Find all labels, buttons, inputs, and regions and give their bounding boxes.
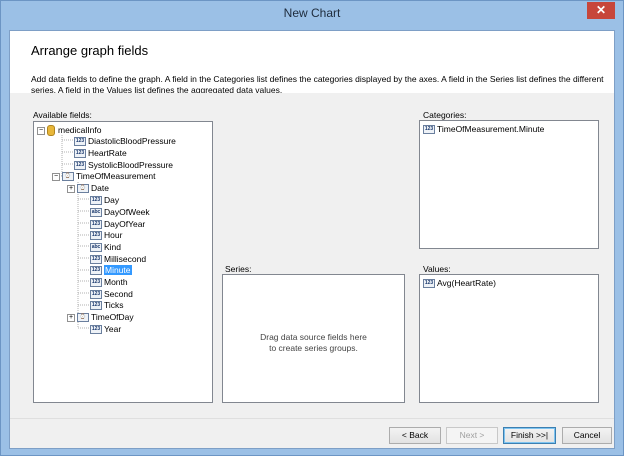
tree-item-label: HeartRate	[88, 148, 127, 158]
tree-node-label: Date	[91, 183, 109, 193]
numeric-field-icon: 123	[74, 149, 86, 159]
wizard-body: Available fields: − medicalInfo 123 Dias…	[10, 93, 614, 418]
numeric-field-icon: 123	[74, 137, 86, 147]
categories-item-label: TimeOfMeasurement.Minute	[437, 124, 545, 134]
wizard-footer: < Back Next > Finish >>| Cancel	[10, 418, 614, 448]
numeric-field-icon: 123	[423, 279, 435, 289]
finish-button[interactable]: Finish >>|	[503, 427, 556, 444]
back-button[interactable]: < Back	[389, 427, 441, 444]
series-list[interactable]: Drag data source fields here to create s…	[222, 274, 405, 403]
tree-node-timeofday[interactable]: + ⌚ TimeOfDay	[67, 311, 134, 323]
values-label: Values:	[423, 264, 451, 274]
datetime-field-icon: ⌚	[62, 172, 74, 182]
categories-item[interactable]: 123 TimeOfMeasurement.Minute	[423, 123, 544, 135]
collapse-icon[interactable]: −	[37, 126, 45, 135]
categories-label: Categories:	[423, 110, 467, 120]
close-button[interactable]: ✕	[587, 2, 615, 19]
text-field-icon: abc	[90, 243, 102, 253]
datetime-field-icon: ⌚	[77, 184, 89, 194]
tree-item-label: SystolicBloodPressure	[88, 160, 174, 170]
tree-node-label: TimeOfDay	[91, 312, 134, 322]
tree-item-dayofweek[interactable]: abc DayOfWeek	[90, 206, 150, 218]
series-placeholder: Drag data source fields here to create s…	[223, 332, 404, 354]
title-bar[interactable]: New Chart ✕	[1, 1, 623, 29]
numeric-field-icon: 123	[90, 290, 102, 300]
tree-item-label: Millisecond	[104, 254, 147, 264]
tree-item-label: Year	[104, 324, 122, 334]
tree-item-label-selected: Minute	[104, 265, 132, 275]
tree-node-date[interactable]: + ⌚ Date	[67, 182, 109, 194]
tree-item-label: DiastolicBloodPressure	[88, 136, 176, 146]
tree-item-label: Month	[104, 277, 128, 287]
expand-icon[interactable]: +	[67, 313, 75, 322]
tree-item-label: Kind	[104, 242, 122, 252]
available-fields-tree[interactable]: − medicalInfo 123 DiastolicBloodPressure 1…	[33, 121, 213, 403]
cancel-button[interactable]: Cancel	[562, 427, 612, 444]
dialog-client: Arrange graph fields Add data fields to …	[9, 30, 615, 449]
database-icon	[47, 125, 55, 137]
numeric-field-icon: 123	[90, 301, 102, 311]
series-placeholder-line2: to create series groups.	[269, 343, 358, 353]
text-field-icon: abc	[90, 208, 102, 218]
close-icon: ✕	[595, 3, 607, 17]
numeric-field-icon: 123	[423, 125, 435, 135]
numeric-field-icon: 123	[90, 266, 102, 276]
expand-icon[interactable]: +	[67, 184, 75, 193]
next-button[interactable]: Next >	[446, 427, 498, 444]
wizard-header: Arrange graph fields Add data fields to …	[10, 31, 614, 95]
tree-node-label: medicalInfo	[58, 125, 102, 135]
tree-item-label: Hour	[104, 230, 123, 240]
tree-item-month[interactable]: 123 Month	[90, 276, 128, 288]
values-item[interactable]: 123 Avg(HeartRate)	[423, 277, 496, 289]
numeric-field-icon: 123	[90, 231, 102, 241]
page-title: Arrange graph fields	[31, 43, 149, 58]
tree-item-year[interactable]: 123 Year	[90, 323, 121, 335]
tree-item-diastolicbloodpressure[interactable]: 123 DiastolicBloodPressure	[74, 135, 176, 147]
tree-item-kind[interactable]: abc Kind	[90, 241, 121, 253]
tree-item-label: Second	[104, 289, 133, 299]
numeric-field-icon: 123	[90, 220, 102, 230]
categories-list[interactable]: 123 TimeOfMeasurement.Minute	[419, 120, 599, 249]
series-label: Series:	[225, 264, 252, 274]
tree-node-label: TimeOfMeasurement	[76, 171, 156, 181]
new-chart-dialog: New Chart ✕ Arrange graph fields Add dat…	[0, 0, 624, 456]
datetime-field-icon: ⌚	[77, 313, 89, 323]
values-item-label: Avg(HeartRate)	[437, 278, 496, 288]
tree-item-heartrate[interactable]: 123 HeartRate	[74, 147, 127, 159]
tree-item-day[interactable]: 123 Day	[90, 194, 119, 206]
tree-item-label: Day	[104, 195, 120, 205]
numeric-field-icon: 123	[90, 325, 102, 335]
tree-item-minute[interactable]: 123 Minute	[90, 264, 132, 276]
tree-item-ticks[interactable]: 123 Ticks	[90, 299, 124, 311]
available-fields-label: Available fields:	[33, 110, 92, 120]
values-list[interactable]: 123 Avg(HeartRate)	[419, 274, 599, 403]
numeric-field-icon: 123	[90, 278, 102, 288]
window-title: New Chart	[283, 6, 341, 20]
tree-item-label: Ticks	[104, 300, 124, 310]
numeric-field-icon: 123	[74, 161, 86, 171]
series-placeholder-line1: Drag data source fields here	[260, 332, 367, 342]
tree-node-timeofmeasurement[interactable]: − ⌚ TimeOfMeasurement	[52, 170, 156, 182]
numeric-field-icon: 123	[90, 196, 102, 206]
collapse-icon[interactable]: −	[52, 172, 60, 181]
tree-item-hour[interactable]: 123 Hour	[90, 229, 122, 241]
tree-item-label: DayOfWeek	[104, 207, 150, 217]
numeric-field-icon: 123	[90, 255, 102, 265]
tree-item-label: DayOfYear	[104, 219, 146, 229]
